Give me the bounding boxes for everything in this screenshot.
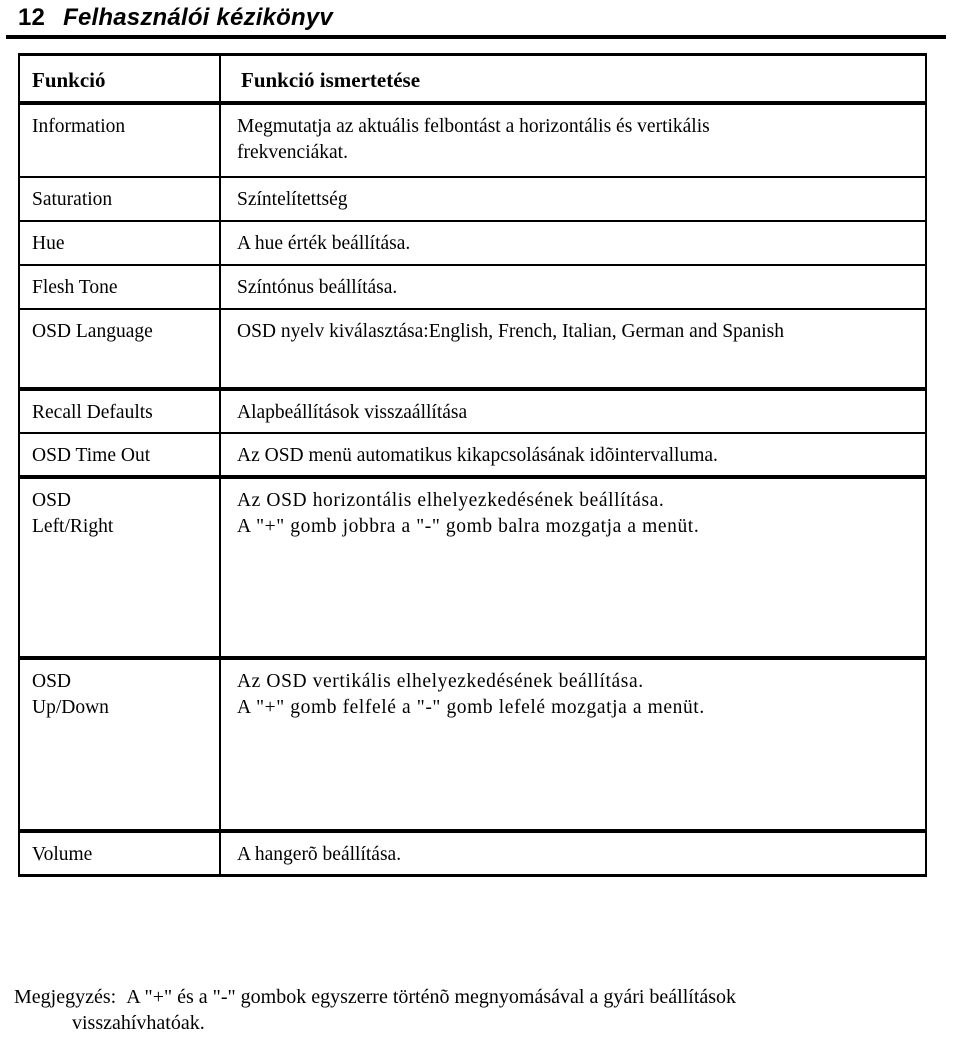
row-description-information: Megmutatja az aktuális felbontást a hori…: [219, 101, 927, 178]
header-rule-divider: [6, 35, 946, 39]
page-running-head: 12 Felhasználói kézikönyv: [18, 4, 942, 34]
column-header-function: Funkció: [18, 53, 221, 104]
function-line-2: Up/Down: [32, 697, 109, 719]
row-function-osd-left-right: OSD Left/Right: [18, 475, 221, 659]
row-description-hue: A hue érték beállítása.: [219, 220, 927, 266]
table-row: OSD Language OSD nyelv kiválasztása:Engl…: [18, 308, 927, 390]
table-row: Volume A hangerõ beállítása.: [18, 829, 927, 877]
page-number: 12: [18, 4, 46, 31]
table-row: Hue A hue érték beállítása.: [18, 220, 927, 266]
table-row: Information Megmutatja az aktuális felbo…: [18, 101, 927, 178]
row-function-flesh-tone: Flesh Tone: [18, 264, 221, 310]
note-text-line-1: A "+" és a "-" gombok egyszerre történõ …: [126, 986, 737, 1008]
table-row: Flesh Tone Színtónus beállítása.: [18, 264, 927, 310]
row-function-volume: Volume: [18, 829, 221, 877]
desc-line-1: Az OSD horizontális elhelyezkedésének be…: [237, 490, 665, 511]
row-description-flesh-tone: Színtónus beállítása.: [219, 264, 927, 310]
desc-line-2: A "+" gomb jobbra a "-" gomb balra mozga…: [237, 516, 700, 538]
desc-line-1: Megmutatja az aktuális felbontást a hori…: [237, 116, 710, 137]
desc-line-2: A "+" gomb felfelé a "-" gomb lefelé moz…: [237, 697, 705, 719]
table-row: OSD Up/Down Az OSD vertikális elhelyezke…: [18, 656, 927, 832]
column-header-description: Funkció ismertetése: [219, 53, 927, 104]
table-header-row: Funkció Funkció ismertetése: [18, 53, 927, 104]
row-description-saturation: Színtelítettség: [219, 176, 927, 222]
table-row: Saturation Színtelítettség: [18, 176, 927, 222]
function-description-table: Funkció Funkció ismertetése Information …: [18, 53, 927, 877]
row-description-osd-left-right: Az OSD horizontális elhelyezkedésének be…: [219, 475, 927, 659]
function-line-1: OSD: [32, 671, 72, 692]
note-text-line-2: visszahívhatóak.: [72, 1012, 205, 1035]
function-line-1: OSD: [32, 490, 72, 511]
row-description-recall-defaults: Alapbeállítások visszaállítása: [219, 387, 927, 434]
row-description-osd-time-out: Az OSD menü automatikus kikapcsolásának …: [219, 432, 927, 478]
desc-line-1: Az OSD vertikális elhelyezkedésének beál…: [237, 671, 644, 692]
row-function-information: Information: [18, 101, 221, 178]
row-description-osd-language: OSD nyelv kiválasztása:English, French, …: [219, 308, 927, 390]
row-description-osd-up-down: Az OSD vertikális elhelyezkedésének beál…: [219, 656, 927, 832]
row-function-osd-up-down: OSD Up/Down: [18, 656, 221, 832]
note-first-line: Megjegyzés: A "+" és a "-" gombok egyszer…: [14, 984, 952, 1010]
row-function-recall-defaults: Recall Defaults: [18, 387, 221, 434]
table-row: Recall Defaults Alapbeállítások visszaál…: [18, 387, 927, 434]
function-line-2: Left/Right: [32, 516, 114, 538]
footnote-note: Megjegyzés: A "+" és a "-" gombok egyszer…: [14, 984, 952, 1037]
note-label: Megjegyzés:: [14, 986, 117, 1008]
row-function-hue: Hue: [18, 220, 221, 266]
row-function-osd-language: OSD Language: [18, 308, 221, 390]
row-function-osd-time-out: OSD Time Out: [18, 432, 221, 478]
table-row: OSD Left/Right Az OSD horizontális elhel…: [18, 475, 927, 659]
desc-line-2: frekvenciákat.: [237, 142, 348, 164]
row-function-saturation: Saturation: [18, 176, 221, 222]
row-description-volume: A hangerõ beállítása.: [219, 829, 927, 877]
page-title: Felhasználói kézikönyv: [63, 4, 333, 31]
table-row: OSD Time Out Az OSD menü automatikus kik…: [18, 432, 927, 478]
